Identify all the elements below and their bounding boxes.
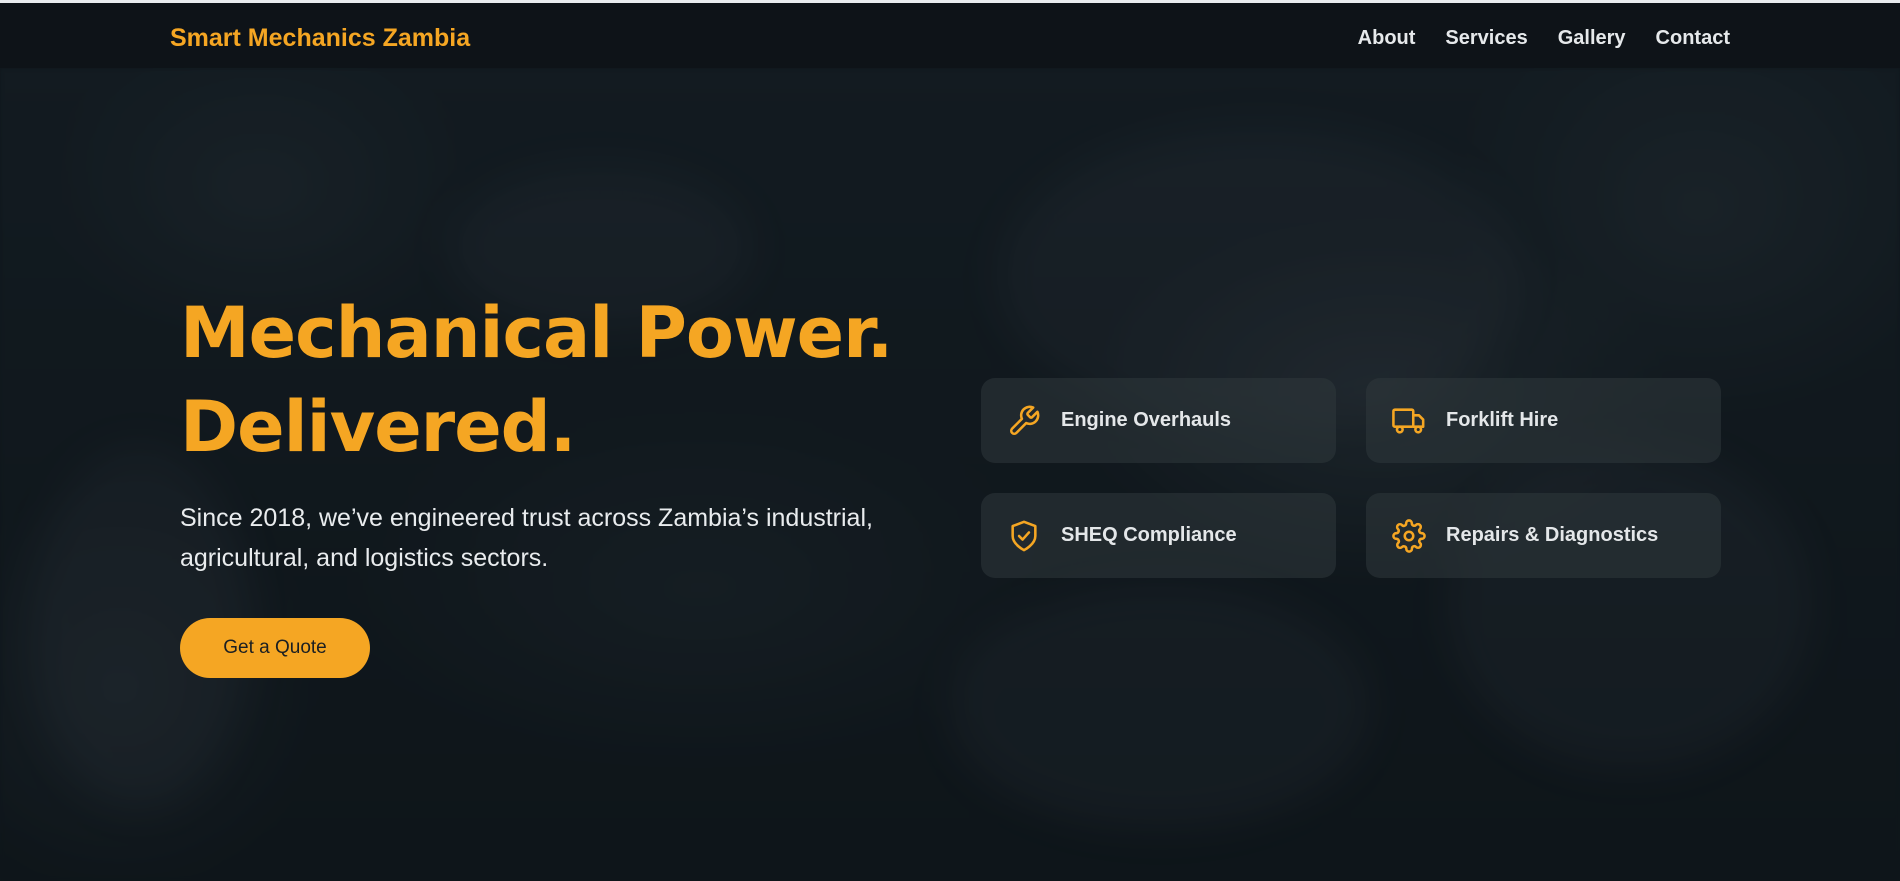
wrench-icon (1007, 404, 1041, 438)
hero-title-line-2: Delivered. (180, 386, 576, 468)
gear-icon (1392, 518, 1426, 553)
service-card-forklift-hire[interactable]: Forklift Hire (1366, 378, 1721, 463)
service-card-sheq-compliance[interactable]: SHEQ Compliance (981, 493, 1336, 578)
nav-link-gallery[interactable]: Gallery (1558, 27, 1626, 50)
truck-icon (1392, 404, 1426, 438)
service-label: Forklift Hire (1446, 409, 1559, 431)
page: Smart Mechanics Zambia About Services Ga… (0, 0, 1900, 881)
nav-link-services[interactable]: Services (1445, 27, 1527, 50)
get-quote-button[interactable]: Get a Quote (180, 618, 370, 678)
navbar: Smart Mechanics Zambia About Services Ga… (0, 3, 1900, 68)
service-label: Engine Overhauls (1061, 409, 1232, 431)
brand-logo-link[interactable]: Smart Mechanics Zambia (170, 24, 470, 53)
service-card-engine-overhauls[interactable]: Engine Overhauls (981, 378, 1336, 463)
hero-title-line-1: Mechanical Power. (180, 292, 893, 374)
service-card-repairs-diagnostics[interactable]: Repairs & Diagnostics (1366, 493, 1721, 578)
service-label: Repairs & Diagnostics (1446, 524, 1659, 546)
shield-check-icon (1007, 519, 1041, 553)
nav-link-contact[interactable]: Contact (1656, 27, 1730, 50)
service-label: SHEQ Compliance (1061, 524, 1237, 546)
hero-subtitle: Since 2018, we’ve engineered trust acros… (180, 504, 873, 572)
nav-link-about[interactable]: About (1358, 27, 1416, 50)
hero-title: Mechanical Power. Delivered. (180, 286, 893, 474)
nav-links: About Services Gallery Contact (1358, 27, 1730, 50)
